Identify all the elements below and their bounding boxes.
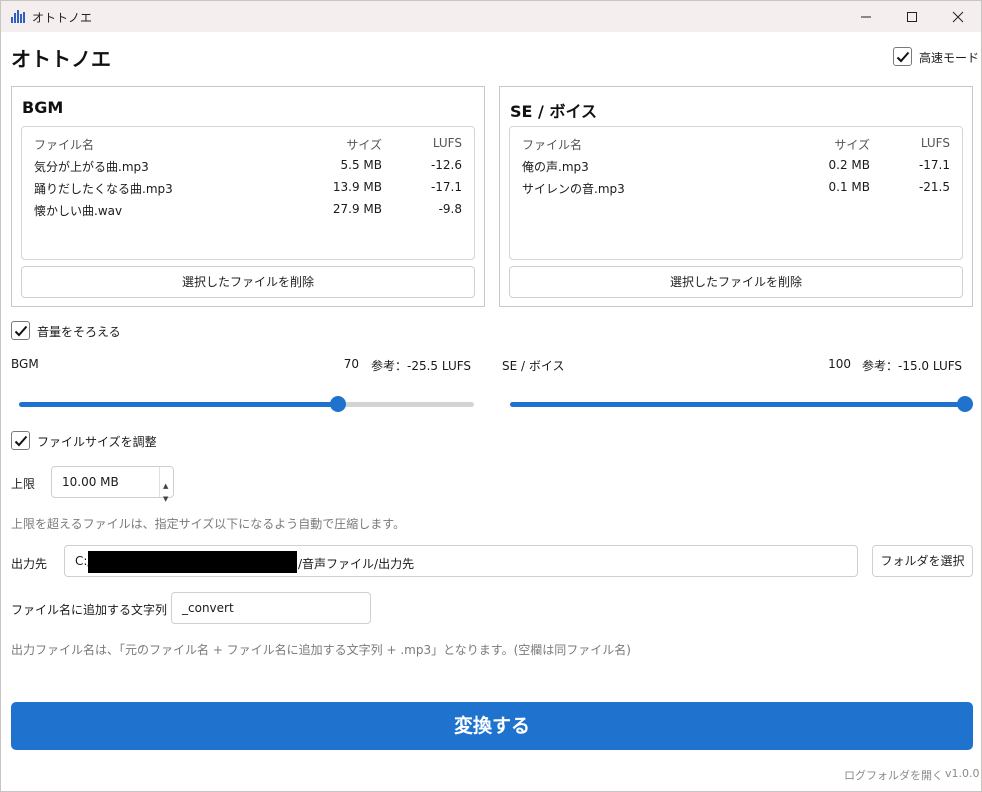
filesize-label: ファイルサイズを調整	[37, 435, 157, 449]
app-window: オトトノエ オトトノエ 高速モード BGM ファイル名 サイズ LUFS 気分が…	[0, 0, 982, 792]
spin-buttons[interactable]: ▲ ▼	[159, 467, 173, 503]
file-lufs: -12.6	[430, 158, 462, 172]
list-header: ファイル名 サイズ LUFS	[510, 136, 962, 158]
file-lufs: -21.5	[918, 180, 950, 194]
se-slider-fill	[510, 402, 965, 407]
size-limit-value: 10.00 MB	[62, 475, 119, 489]
file-size: 0.1 MB	[828, 180, 870, 194]
checkmark-icon	[14, 435, 28, 447]
list-item[interactable]: 懐かしい曲.wav 27.9 MB -9.8	[22, 202, 474, 224]
se-reference-lufs: 参考：-15.0 LUFS	[862, 359, 963, 373]
minimize-button[interactable]	[843, 1, 889, 32]
checkmark-icon	[896, 51, 910, 63]
column-header-lufs[interactable]: LUFS	[433, 136, 462, 150]
equalizer-icon	[11, 10, 25, 23]
close-button[interactable]	[935, 1, 981, 32]
file-size: 13.9 MB	[332, 180, 382, 194]
title-bar: オトトノエ	[1, 1, 981, 32]
file-lufs: -17.1	[430, 180, 462, 194]
checkmark-icon	[14, 325, 28, 337]
se-delete-button[interactable]: 選択したファイルを削除	[509, 266, 963, 298]
se-panel-title: SE / ボイス	[510, 102, 597, 121]
maximize-icon	[907, 12, 917, 22]
bgm-file-list[interactable]: ファイル名 サイズ LUFS 気分が上がる曲.mp3 5.5 MB -12.6 …	[21, 126, 475, 260]
column-header-size[interactable]: サイズ	[346, 136, 382, 153]
redacted-path-block	[88, 551, 297, 573]
bgm-panel-title: BGM	[22, 98, 64, 117]
bgm-volume-value: 70	[343, 357, 359, 371]
bgm-volume-slider[interactable]	[19, 396, 474, 412]
bgm-reference-lufs: 参考：-25.5 LUFS	[371, 359, 472, 373]
file-name: 気分が上がる曲.mp3	[34, 160, 149, 174]
se-volume-label: SE / ボイス	[502, 359, 565, 373]
file-name: 懐かしい曲.wav	[34, 204, 123, 218]
fast-mode-checkbox[interactable]	[893, 47, 912, 66]
filesize-checkbox[interactable]	[11, 431, 30, 450]
file-lufs: -17.1	[918, 158, 950, 172]
list-item[interactable]: 踊りだしたくなる曲.mp3 13.9 MB -17.1	[22, 180, 474, 202]
se-slider-thumb[interactable]	[957, 396, 973, 412]
open-log-folder-link[interactable]: ログフォルダを開く	[844, 767, 943, 783]
file-name: 踊りだしたくなる曲.mp3	[34, 182, 173, 196]
se-volume-value: 100	[828, 357, 851, 371]
output-path-suffix: /音声ファイル/出力先	[298, 557, 415, 571]
bgm-delete-button[interactable]: 選択したファイルを削除	[21, 266, 475, 298]
list-item[interactable]: 気分が上がる曲.mp3 5.5 MB -12.6	[22, 158, 474, 180]
file-name: 俺の声.mp3	[522, 160, 589, 174]
file-lufs: -9.8	[438, 202, 462, 216]
file-size: 5.5 MB	[340, 158, 382, 172]
filesize-hint: 上限を超えるファイルは、指定サイズ以下になるよう自動で圧縮します。	[11, 517, 406, 531]
se-panel: SE / ボイス ファイル名 サイズ LUFS 俺の声.mp3 0.2 MB -…	[499, 86, 973, 307]
bgm-slider-fill	[19, 402, 338, 407]
spin-down-icon[interactable]: ▼	[163, 484, 168, 514]
file-size: 27.9 MB	[332, 202, 382, 216]
window-title: オトトノエ	[32, 11, 93, 25]
column-header-name[interactable]: ファイル名	[522, 136, 582, 153]
output-hint: 出力ファイル名は、「元のファイル名 + ファイル名に追加する文字列 + .mp3…	[11, 643, 631, 657]
fast-mode-label: 高速モード	[919, 51, 980, 65]
size-limit-spinbox[interactable]: 10.00 MB ▲ ▼	[51, 466, 174, 503]
filename-suffix-value: _convert	[182, 601, 234, 615]
limit-label: 上限	[11, 477, 36, 491]
page-title: オトトノエ	[11, 47, 111, 71]
close-icon	[952, 11, 964, 23]
version-label: v1.0.0	[945, 767, 980, 780]
filename-suffix-label: ファイル名に追加する文字列	[11, 603, 168, 617]
file-size: 0.2 MB	[828, 158, 870, 172]
column-header-lufs[interactable]: LUFS	[921, 136, 950, 150]
normalize-label: 音量をそろえる	[37, 325, 121, 339]
convert-button[interactable]: 変換する	[11, 702, 973, 750]
bgm-panel: BGM ファイル名 サイズ LUFS 気分が上がる曲.mp3 5.5 MB -1…	[11, 86, 485, 307]
list-item[interactable]: 俺の声.mp3 0.2 MB -17.1	[510, 158, 962, 180]
normalize-checkbox[interactable]	[11, 321, 30, 340]
list-item[interactable]: サイレンの音.mp3 0.1 MB -21.5	[510, 180, 962, 202]
bgm-slider-thumb[interactable]	[330, 396, 346, 412]
select-folder-button[interactable]: フォルダを選択	[872, 545, 973, 577]
output-label: 出力先	[11, 557, 48, 571]
column-header-name[interactable]: ファイル名	[34, 136, 94, 153]
list-header: ファイル名 サイズ LUFS	[22, 136, 474, 158]
file-name: サイレンの音.mp3	[522, 182, 625, 196]
maximize-button[interactable]	[889, 1, 935, 32]
bgm-volume-label: BGM	[11, 357, 39, 371]
column-header-size[interactable]: サイズ	[834, 136, 870, 153]
se-file-list[interactable]: ファイル名 サイズ LUFS 俺の声.mp3 0.2 MB -17.1 サイレン…	[509, 126, 963, 260]
se-volume-slider[interactable]	[510, 396, 973, 412]
filename-suffix-input[interactable]: _convert	[171, 592, 371, 624]
minimize-icon	[861, 16, 871, 18]
